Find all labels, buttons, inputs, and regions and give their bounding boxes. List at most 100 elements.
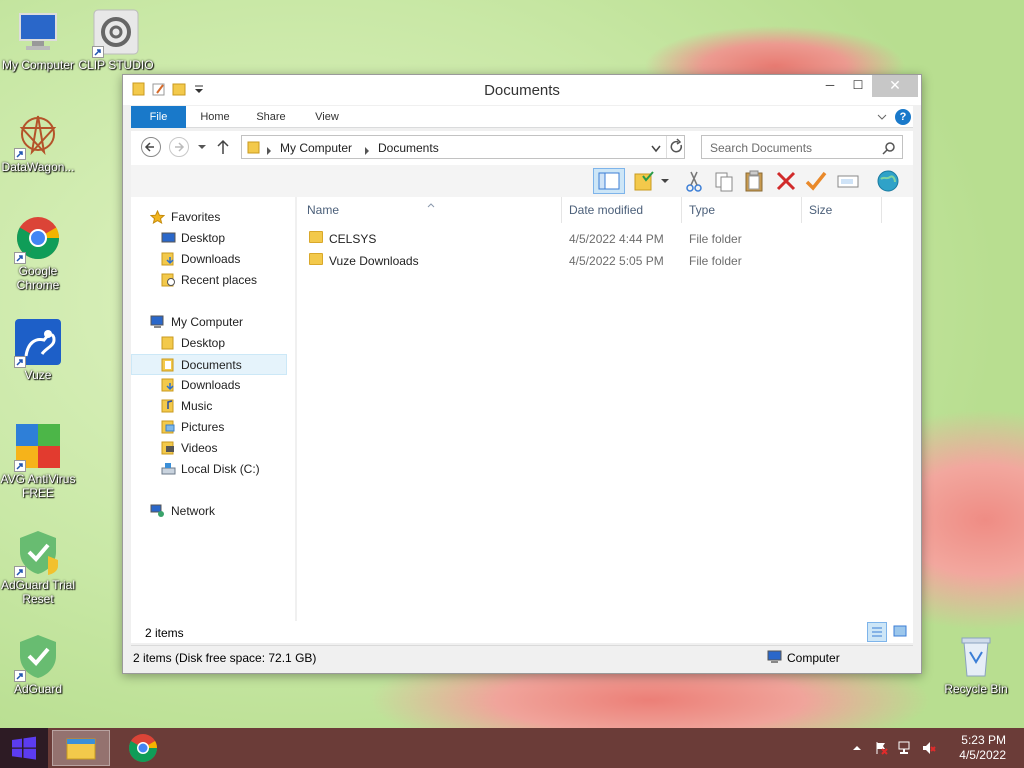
computer-icon — [14, 8, 62, 56]
desktop-icon-adguard[interactable]: AdGuard — [0, 632, 76, 696]
paste-icon[interactable] — [741, 168, 767, 194]
address-bar[interactable]: My Computer Documents — [241, 135, 685, 159]
tab-view[interactable]: View — [305, 106, 349, 128]
nav-favorites-desktop[interactable]: Desktop — [131, 228, 287, 249]
globe-icon[interactable] — [875, 168, 901, 194]
breadcrumb-arrow-icon[interactable] — [364, 144, 370, 158]
taskbar-file-explorer[interactable] — [52, 730, 110, 766]
tab-home[interactable]: Home — [193, 106, 237, 128]
address-row: My Computer Documents Search Documents — [131, 131, 913, 165]
desktop-icon-my-computer[interactable]: My Computer — [0, 8, 76, 72]
file-type: File folder — [689, 232, 742, 246]
music-icon — [161, 399, 176, 413]
nav-favorites-downloads[interactable]: Downloads — [131, 249, 287, 270]
column-header-size[interactable]: Size — [809, 203, 832, 217]
nav-computer-videos[interactable]: Videos — [131, 438, 287, 459]
show-hidden-icons-icon[interactable] — [850, 741, 864, 755]
nav-computer-local-disk[interactable]: Local Disk (C:) — [131, 459, 287, 480]
desktop-icon-google-chrome[interactable]: Google Chrome — [0, 214, 76, 292]
help-icon[interactable]: ? — [895, 109, 911, 125]
title-bar[interactable]: Documents ─ ☐ ✕ — [123, 75, 921, 105]
nav-computer-desktop[interactable]: Desktop — [131, 333, 287, 354]
breadcrumb-my-computer[interactable]: My Computer — [280, 141, 352, 155]
tab-file[interactable]: File — [131, 106, 186, 128]
nav-computer-downloads[interactable]: Downloads — [131, 375, 287, 396]
large-icons-view-icon[interactable] — [891, 622, 911, 642]
search-input[interactable]: Search Documents — [710, 141, 812, 155]
column-separator[interactable] — [561, 197, 562, 223]
minimize-button[interactable]: ─ — [816, 75, 844, 97]
shortcut-arrow-icon — [14, 460, 26, 472]
computer-icon — [767, 650, 783, 667]
address-dropdown-icon[interactable] — [650, 143, 662, 157]
breadcrumb-arrow-icon[interactable] — [266, 144, 272, 158]
desktop-icon-adguard-trial-reset[interactable]: AdGuard Trial Reset — [0, 528, 76, 606]
forward-button[interactable] — [169, 137, 189, 157]
ribbon-tabs: File Home Share View ? — [131, 106, 913, 128]
column-header-date-modified[interactable]: Date modified — [569, 203, 643, 217]
column-header-type[interactable]: Type — [689, 203, 715, 217]
search-icon[interactable] — [882, 141, 896, 158]
close-button[interactable]: ✕ — [872, 75, 918, 97]
item-count-bar: 2 items — [131, 621, 913, 643]
select-dropdown-icon[interactable] — [659, 168, 671, 194]
desktop-icon-clip-studio[interactable]: CLIP STUDIO — [78, 8, 154, 72]
file-row[interactable]: Vuze Downloads 4/5/2022 5:05 PM File fol… — [307, 251, 907, 271]
rename-icon[interactable] — [835, 168, 861, 194]
column-separator[interactable] — [681, 197, 682, 223]
nav-favorites-recent-places[interactable]: Recent places — [131, 270, 287, 291]
star-icon — [149, 209, 166, 225]
adguard-shield-icon — [14, 528, 62, 578]
folder-icon — [309, 253, 323, 265]
nav-favorites[interactable]: Favorites — [131, 207, 287, 228]
copy-icon[interactable] — [711, 168, 737, 194]
desktop-icon-label: DataWagon... — [1, 160, 75, 174]
file-row[interactable]: CELSYS 4/5/2022 4:44 PM File folder — [307, 229, 907, 249]
nav-computer-pictures[interactable]: Pictures — [131, 417, 287, 438]
nav-computer-music[interactable]: Music — [131, 396, 287, 417]
file-name: CELSYS — [329, 232, 377, 246]
nav-computer-documents[interactable]: Documents — [131, 354, 287, 375]
up-button[interactable] — [215, 138, 231, 156]
network-icon — [150, 504, 165, 518]
tab-share[interactable]: Share — [249, 106, 293, 128]
breadcrumb-documents[interactable]: Documents — [378, 141, 439, 155]
desktop-icon — [161, 231, 176, 245]
column-separator[interactable] — [881, 197, 882, 223]
search-box[interactable]: Search Documents — [701, 135, 903, 159]
nav-label: Desktop — [181, 231, 226, 245]
clock-date: 4/5/2022 — [959, 748, 1006, 762]
system-clock[interactable]: 5:23 PM 4/5/2022 — [959, 733, 1006, 763]
properties-check-icon[interactable] — [803, 168, 829, 194]
delete-icon[interactable] — [773, 168, 799, 194]
preview-pane-button[interactable] — [593, 168, 625, 194]
start-button[interactable] — [0, 728, 48, 768]
select-icon[interactable] — [631, 168, 657, 194]
desktop-icon-avg-antivirus[interactable]: AVG AntiVirus FREE — [0, 422, 76, 500]
downloads-icon — [161, 252, 176, 266]
column-header-name[interactable]: Name — [307, 203, 339, 217]
action-center-flag-icon[interactable] — [874, 741, 888, 755]
desktop-icon-label: CLIP STUDIO — [78, 58, 154, 72]
nav-label: Downloads — [181, 378, 241, 392]
drive-icon — [161, 462, 176, 476]
desktop-icon-recycle-bin[interactable]: Recycle Bin — [938, 632, 1014, 696]
desktop-icon-vuze[interactable]: Vuze — [0, 318, 76, 382]
recent-locations-icon[interactable] — [197, 141, 207, 151]
nav-label: Videos — [181, 441, 218, 455]
avg-icon — [14, 422, 62, 472]
column-separator[interactable] — [801, 197, 802, 223]
volume-muted-icon[interactable] — [922, 741, 936, 755]
refresh-icon[interactable] — [666, 136, 686, 158]
taskbar-google-chrome[interactable] — [114, 730, 172, 766]
nav-my-computer[interactable]: My Computer — [131, 312, 287, 333]
network-status-icon[interactable] — [898, 741, 912, 755]
maximize-button[interactable]: ☐ — [844, 75, 872, 97]
back-button[interactable] — [141, 137, 161, 157]
nav-label: Favorites — [171, 210, 221, 224]
desktop-icon-datawagon[interactable]: DataWagon... — [0, 110, 76, 174]
details-view-icon[interactable] — [867, 622, 887, 642]
nav-network[interactable]: Network — [131, 501, 287, 522]
expand-ribbon-icon[interactable] — [875, 110, 889, 124]
cut-icon[interactable] — [681, 168, 707, 194]
